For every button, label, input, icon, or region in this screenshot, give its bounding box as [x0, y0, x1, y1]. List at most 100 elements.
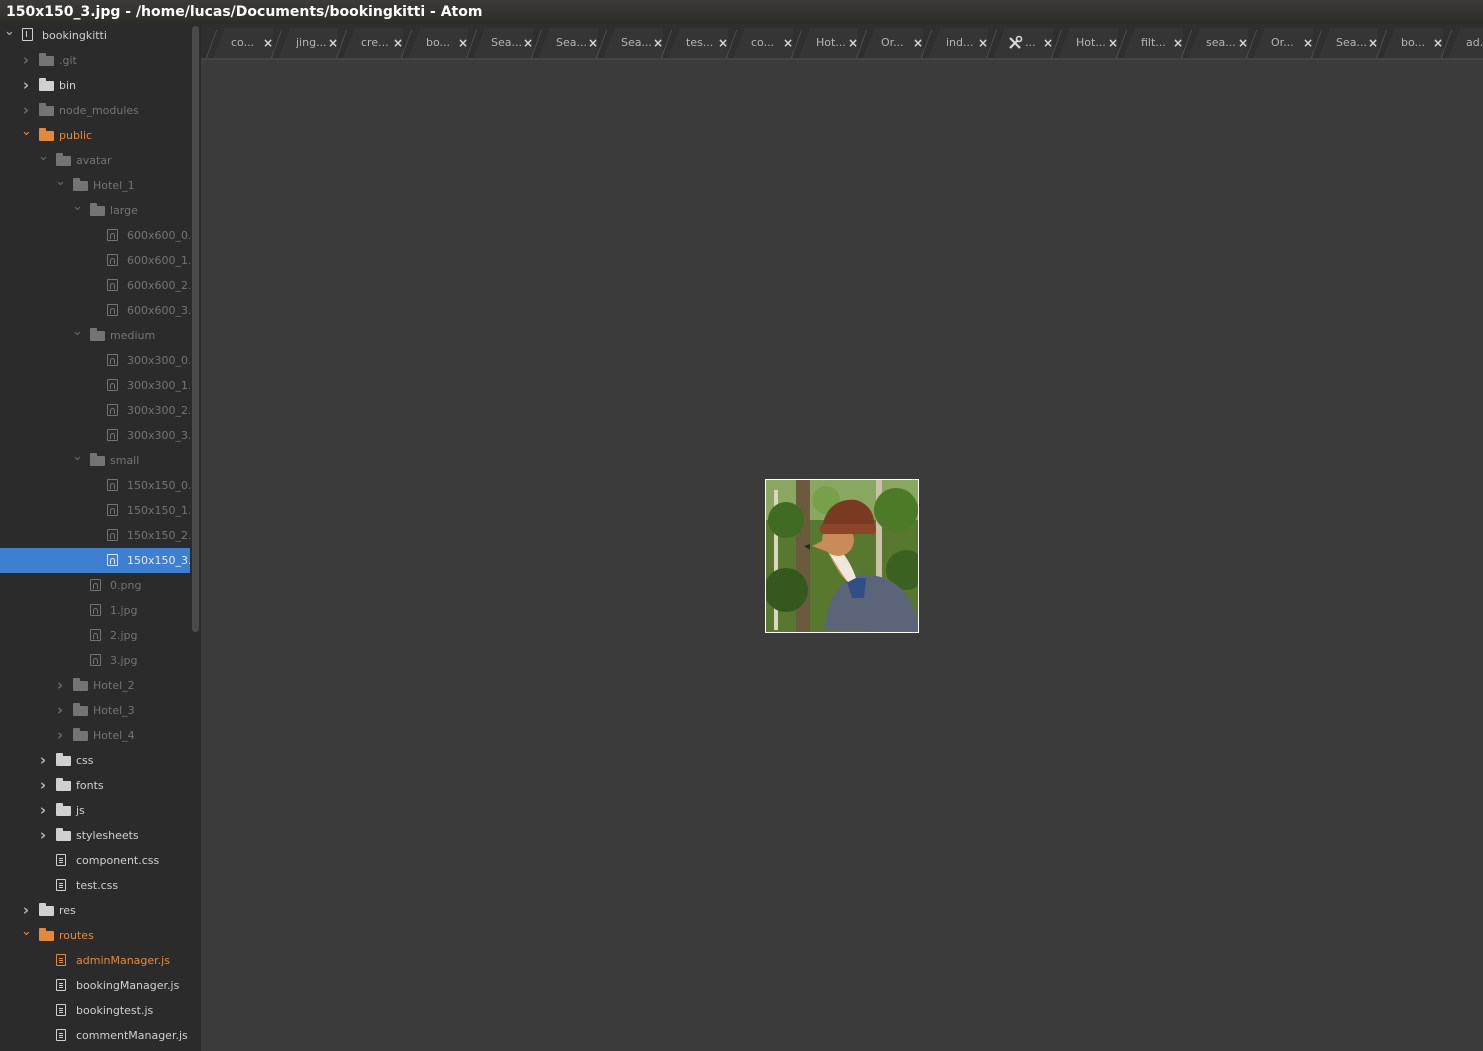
tree-item[interactable]: › Hotel_2: [0, 673, 190, 698]
chevron-right-icon[interactable]: ›: [38, 823, 48, 848]
tree-view[interactable]: ⌄ bookingkitti › .git › bin › node_modules ⌄ publ…: [0, 24, 190, 1051]
tab-label: Sea...: [491, 36, 522, 49]
chevron-down-icon[interactable]: ⌄: [72, 448, 83, 469]
tree-item[interactable]: 600x600_1.jpg: [0, 248, 190, 273]
tree-item[interactable]: 300x300_1.jpg: [0, 373, 190, 398]
chevron-down-icon[interactable]: ⌄: [21, 923, 32, 944]
tab-label: Or...: [881, 36, 904, 49]
tab[interactable]: jing... ×: [270, 28, 338, 58]
chevron-right-icon[interactable]: ›: [55, 673, 65, 698]
tree-item[interactable]: › Hotel_3: [0, 698, 190, 723]
tree-item-label: bookingkitti: [42, 29, 107, 42]
chevron-right-icon[interactable]: ›: [55, 723, 65, 748]
tree-item[interactable]: 0.png: [0, 573, 190, 598]
tree-item[interactable]: 150x150_2.jpg: [0, 523, 190, 548]
tab[interactable]: Or... ×: [855, 28, 923, 58]
tree-scrollbar-thumb[interactable]: [192, 26, 199, 632]
chevron-right-icon[interactable]: ›: [38, 798, 48, 823]
tree-item[interactable]: 600x600_3.jpg: [0, 298, 190, 323]
chevron-right-icon[interactable]: ›: [21, 898, 31, 923]
tab-label: Hot...: [1076, 36, 1106, 49]
tab[interactable]: Hot... ×: [790, 28, 858, 58]
tab[interactable]: Sea... ×: [595, 28, 663, 58]
chevron-down-icon[interactable]: ⌄: [4, 24, 15, 44]
tab[interactable]: tes... ×: [660, 28, 728, 58]
chevron-right-icon[interactable]: ›: [55, 698, 65, 723]
tab[interactable]: ... ×: [985, 28, 1053, 58]
tree-item[interactable]: 2.jpg: [0, 623, 190, 648]
tree-scrollbar[interactable]: [190, 24, 201, 1051]
tree-item-label: 0.png: [110, 579, 142, 592]
tab[interactable]: ad...: [1440, 28, 1483, 58]
folder-icon: [73, 703, 88, 716]
tree-item[interactable]: ⌄ avatar: [0, 148, 190, 173]
tree-item[interactable]: ⌄ medium: [0, 323, 190, 348]
tree-item[interactable]: component.css: [0, 848, 190, 873]
chevron-down-icon[interactable]: ⌄: [55, 173, 66, 194]
chevron-right-icon[interactable]: ›: [38, 748, 48, 773]
chevron-down-icon[interactable]: ⌄: [72, 198, 83, 219]
tab[interactable]: sea... ×: [1180, 28, 1248, 58]
tree-item[interactable]: › bin: [0, 73, 190, 98]
tree-item[interactable]: › .git: [0, 48, 190, 73]
chevron-right-icon[interactable]: ›: [21, 48, 31, 73]
tab[interactable]: Hot... ×: [1050, 28, 1118, 58]
tab-label: Hot...: [816, 36, 846, 49]
chevron-right-icon[interactable]: ›: [38, 773, 48, 798]
tab[interactable]: co... ×: [205, 28, 273, 58]
chevron-down-icon[interactable]: ⌄: [21, 123, 32, 144]
tree-item[interactable]: test.css: [0, 873, 190, 898]
tab-label: ind...: [946, 36, 974, 49]
tab[interactable]: bo... ×: [1375, 28, 1443, 58]
tab[interactable]: cre... ×: [335, 28, 403, 58]
tab[interactable]: Sea... ×: [465, 28, 533, 58]
tree-item[interactable]: 300x300_0.png: [0, 348, 190, 373]
tree-item[interactable]: › css: [0, 748, 190, 773]
tree-item[interactable]: 600x600_2.jpg: [0, 273, 190, 298]
tree-item[interactable]: 150x150_3.jpg: [0, 548, 190, 573]
tree-item[interactable]: 300x300_2.jpg: [0, 398, 190, 423]
chevron-right-icon[interactable]: ›: [21, 73, 31, 98]
chevron-down-icon[interactable]: ⌄: [72, 323, 83, 344]
tab[interactable]: Or... ×: [1245, 28, 1313, 58]
tab[interactable]: co... ×: [725, 28, 793, 58]
tree-item[interactable]: ⌄ routes: [0, 923, 190, 948]
tree-item[interactable]: bookingtest.js: [0, 998, 190, 1023]
tree-item[interactable]: › stylesheets: [0, 823, 190, 848]
tree-item-label: adminManager.js: [76, 954, 170, 967]
tab[interactable]: bo... ×: [400, 28, 468, 58]
tab[interactable]: Sea... ×: [1310, 28, 1378, 58]
tree-item[interactable]: ⌄ Hotel_1: [0, 173, 190, 198]
tab[interactable]: filt... ×: [1115, 28, 1183, 58]
tree-item[interactable]: 300x300_3.jpg: [0, 423, 190, 448]
tree-item[interactable]: ⌄ large: [0, 198, 190, 223]
tree-item[interactable]: ⌄ bookingkitti: [0, 24, 190, 48]
tab[interactable]: ind... ×: [920, 28, 988, 58]
tab[interactable]: Sea... ×: [530, 28, 598, 58]
chevron-right-icon[interactable]: ›: [21, 98, 31, 123]
tree-item-label: commentManager.js: [76, 1029, 188, 1042]
file-icon: [56, 879, 66, 891]
tree-item[interactable]: adminManager.js: [0, 948, 190, 973]
tree-item[interactable]: ⌄ small: [0, 448, 190, 473]
image-file-icon: [90, 654, 101, 666]
tree-item[interactable]: 600x600_0.png: [0, 223, 190, 248]
image-file-icon: [107, 529, 118, 541]
tree-item[interactable]: bookingManager.js: [0, 973, 190, 998]
tree-item[interactable]: › res: [0, 898, 190, 923]
tree-item[interactable]: › node_modules: [0, 98, 190, 123]
file-icon: [56, 979, 66, 991]
tree-item-label: large: [110, 204, 138, 217]
tree-item[interactable]: › js: [0, 798, 190, 823]
chevron-down-icon[interactable]: ⌄: [38, 148, 49, 169]
tree-item[interactable]: 1.jpg: [0, 598, 190, 623]
tree-item[interactable]: commentManager.js: [0, 1023, 190, 1048]
tree-item[interactable]: ⌄ public: [0, 123, 190, 148]
tree-item[interactable]: › fonts: [0, 773, 190, 798]
tree-item-label: Hotel_1: [93, 179, 135, 192]
tree-item[interactable]: 3.jpg: [0, 648, 190, 673]
tree-item[interactable]: 150x150_0.png: [0, 473, 190, 498]
tab-label: co...: [751, 36, 775, 49]
tree-item[interactable]: › Hotel_4: [0, 723, 190, 748]
tree-item[interactable]: 150x150_1.jpg: [0, 498, 190, 523]
